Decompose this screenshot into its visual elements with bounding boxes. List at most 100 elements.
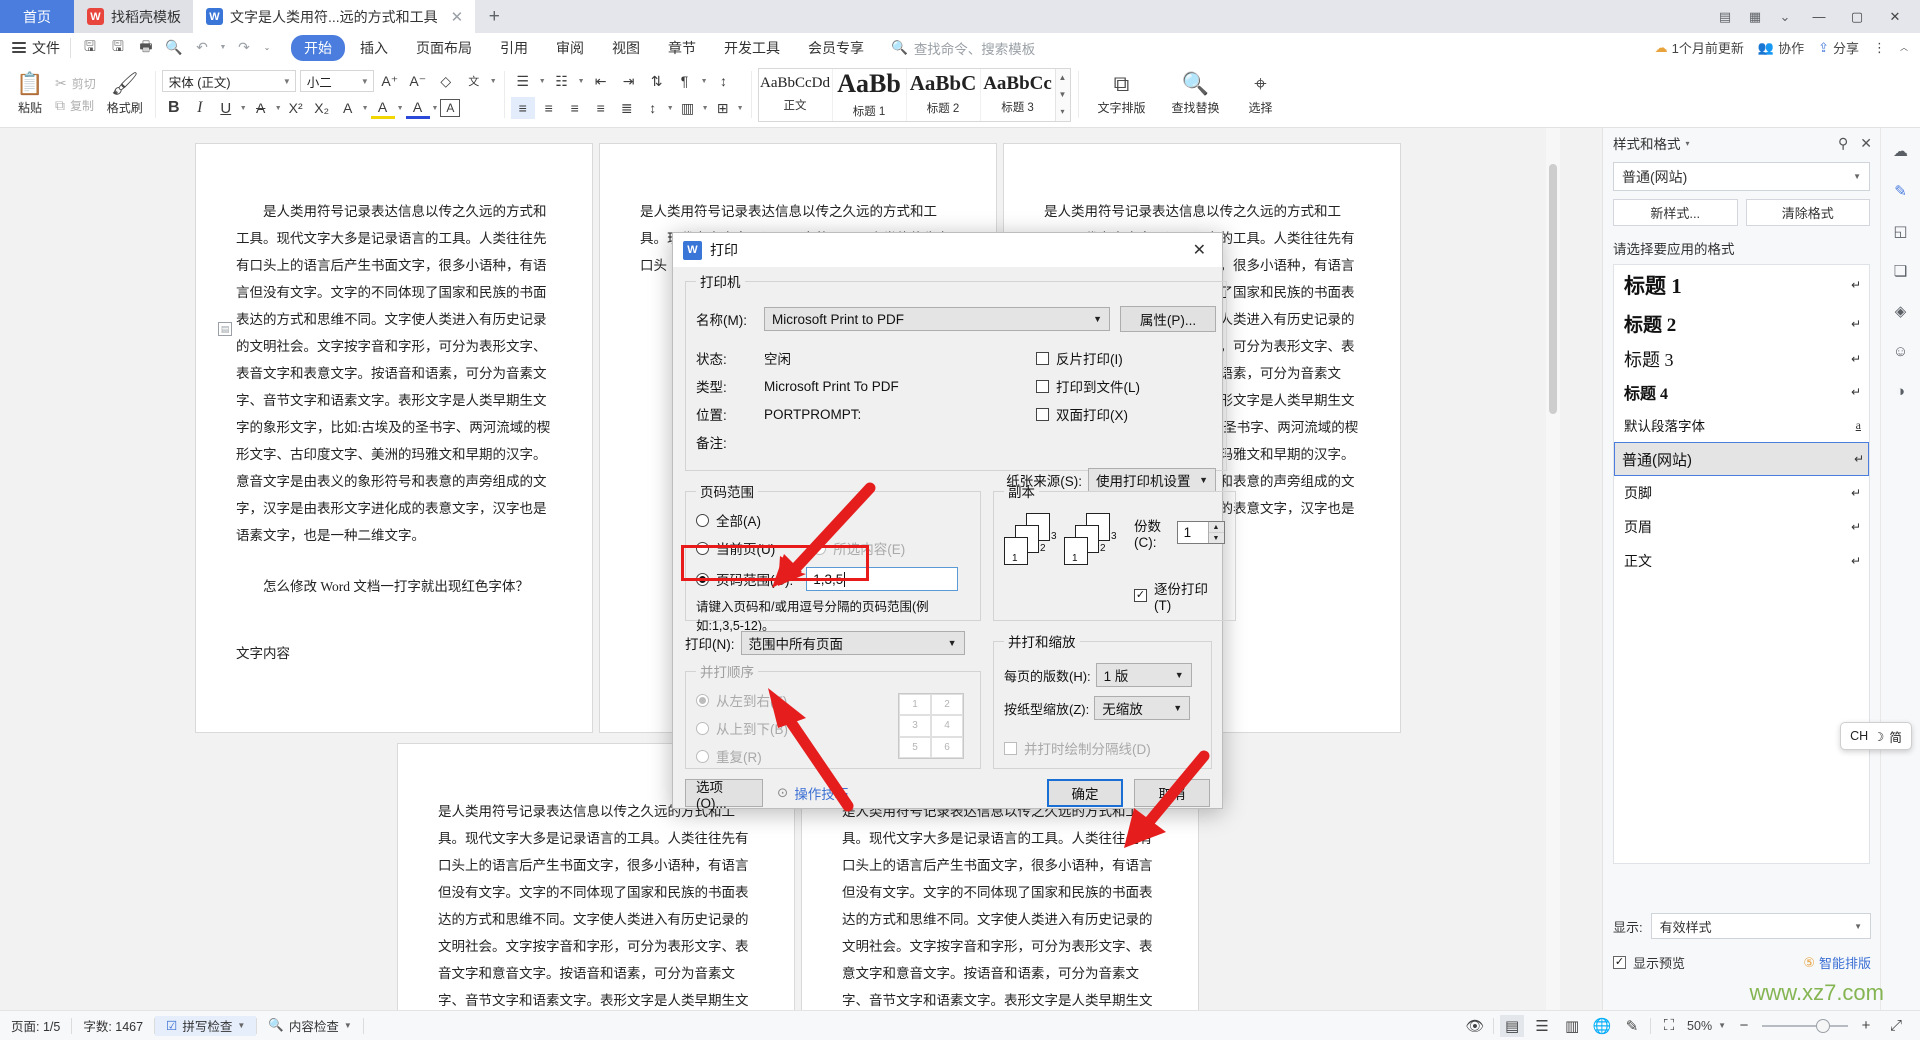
style-gallery-item-heading3[interactable]: AaBbCc 标题 3 [981, 69, 1055, 121]
print-what-combo[interactable]: 范围中所有页面 ▼ [740, 631, 965, 655]
outline-view-icon[interactable]: ☰ [1530, 1015, 1554, 1037]
shading-icon[interactable]: ▥ [676, 97, 700, 119]
ribbon-collapse-icon[interactable]: ︿ [1900, 42, 1908, 53]
chevron-down-icon[interactable]: ▼ [432, 105, 439, 112]
chevron-down-icon[interactable]: ▼ [702, 105, 709, 112]
panel-layout-icon[interactable]: ▤ [1712, 6, 1738, 28]
undo-icon[interactable]: ↶ [189, 37, 215, 59]
style-gallery-scroll[interactable]: ▲ ▼ ▾ [1054, 68, 1070, 121]
increase-indent-icon[interactable]: ⇥ [617, 70, 641, 92]
chevron-down-icon[interactable]: ▼ [1718, 1021, 1726, 1030]
align-justify-icon[interactable]: ≡ [589, 97, 613, 119]
pages-per-sheet-combo[interactable]: 1 版 ▼ [1095, 663, 1192, 687]
document-page-1[interactable]: 是人类用符号记录表达信息以传之久远的方式和工具。现代文字大多是记录语言的工具。人… [196, 144, 592, 732]
collaborate-button[interactable]: 👥 协作 [1758, 38, 1804, 57]
text-effect-icon[interactable]: A [336, 97, 360, 119]
expand-gallery-icon[interactable]: ▾ [1060, 107, 1064, 116]
ok-button[interactable]: 确定 [1047, 779, 1123, 807]
shape-icon[interactable]: ◱ [1888, 218, 1914, 244]
superscript-icon[interactable]: X² [284, 97, 308, 119]
window-minimize-button[interactable]: — [1802, 0, 1836, 33]
style-list[interactable]: 标题 1 ↵ 标题 2 ↵ 标题 3 ↵ 标题 4 ↵ 默认段落字体 a 普通(… [1613, 264, 1870, 864]
reverse-print-checkbox[interactable] [1036, 351, 1049, 365]
chevron-down-icon[interactable]: ▼ [701, 78, 708, 85]
zoom-value[interactable]: 50% [1687, 1019, 1712, 1033]
spinner-arrows[interactable]: ▲ ▼ [1207, 522, 1224, 543]
line-spacing-menu-icon[interactable]: ↕ [641, 97, 665, 119]
underline-icon[interactable]: U [214, 97, 238, 119]
borders-icon[interactable]: ⊞ [711, 97, 735, 119]
share-button[interactable]: ⇪ 分享 [1818, 38, 1859, 57]
tab-home[interactable]: 首页 [0, 0, 74, 33]
save-icon[interactable]: 🖫 [77, 37, 103, 59]
duplex-print-checkbox[interactable] [1036, 407, 1049, 421]
ribbon-tab-review[interactable]: 审阅 [543, 35, 597, 61]
file-menu-button[interactable]: 文件 [0, 38, 70, 58]
zoom-slider-knob[interactable] [1816, 1018, 1830, 1033]
operation-tips-link[interactable]: ⊙ 操作技巧 [777, 783, 848, 803]
ribbon-tab-view[interactable]: 视图 [599, 35, 653, 61]
style-list-item-header[interactable]: 页眉 ↵ [1614, 510, 1869, 544]
copy-button[interactable]: ⧉ 复制 [55, 97, 96, 114]
cut-button[interactable]: ✂ 剪切 [55, 75, 96, 92]
text-layout-button[interactable]: ⧉ 文字排版 [1085, 73, 1159, 116]
font-size-combo[interactable]: 小二 ▼ [299, 70, 374, 92]
clear-format-button[interactable]: 清除格式 [1745, 199, 1870, 226]
chevron-down-icon[interactable]: ▼ [667, 105, 674, 112]
chat-icon[interactable]: ☺ [1888, 338, 1914, 364]
document-scrollbar[interactable] [1546, 128, 1560, 1010]
ribbon-tab-section[interactable]: 章节 [655, 35, 709, 61]
window-maximize-button[interactable]: ▢ [1840, 0, 1874, 33]
chevron-down-icon[interactable]: ▼ [362, 105, 369, 112]
ribbon-tab-member[interactable]: 会员专享 [795, 35, 877, 61]
command-search[interactable]: 🔍 查找命令、搜索模板 [891, 38, 1035, 58]
current-style-combo[interactable]: 普通(网站) ▼ [1613, 162, 1870, 191]
style-list-item-heading2[interactable]: 标题 2 ↵ [1614, 305, 1869, 342]
page-view-icon[interactable]: ▤ [1500, 1014, 1525, 1037]
zoom-slider[interactable] [1762, 1018, 1848, 1033]
pin-icon[interactable]: ⚲ [1838, 135, 1848, 152]
printer-name-combo[interactable]: Microsoft Print to PDF ▼ [764, 307, 1110, 331]
style-list-item-heading1[interactable]: 标题 1 ↵ [1614, 265, 1869, 305]
eye-icon[interactable]: 👁 [1463, 1015, 1487, 1037]
save-as-icon[interactable]: 🖫 [105, 37, 131, 59]
sort-icon[interactable]: ⇅ [645, 70, 669, 92]
font-color-icon[interactable]: A [405, 97, 430, 119]
collate-option[interactable]: ✓ 逐份打印(T) [1134, 578, 1225, 613]
spinner-up-icon[interactable]: ▲ [1209, 522, 1224, 532]
cancel-button[interactable]: 取消 [1134, 779, 1210, 807]
edit-view-icon[interactable]: ✎ [1620, 1015, 1644, 1037]
range-all-option[interactable]: 全部(A) [696, 510, 970, 530]
qat-dropdown-icon[interactable]: ⌄ [259, 37, 275, 59]
badge-icon[interactable]: ◈ [1888, 298, 1914, 324]
undo-dropdown-icon[interactable]: ▼ [217, 37, 229, 59]
scale-to-paper-combo[interactable]: 无缩放 ▼ [1094, 696, 1191, 720]
chevron-down-icon[interactable]: ▼ [275, 105, 282, 112]
reverse-print-option[interactable]: 反片打印(I) [1036, 348, 1216, 368]
decrease-indent-icon[interactable]: ⇤ [589, 70, 613, 92]
chevron-down-icon[interactable]: ▾ [1686, 139, 1690, 148]
scroll-up-icon[interactable]: ▲ [1059, 73, 1067, 82]
chevron-down-icon[interactable]: ▼ [578, 78, 585, 85]
line-spacing-icon[interactable]: ↕ [712, 70, 736, 92]
tab-close-icon[interactable]: ✕ [451, 8, 464, 26]
align-left-icon[interactable]: ≡ [510, 97, 535, 119]
new-style-button[interactable]: 新样式... [1613, 199, 1738, 226]
ime-indicator[interactable]: CH ☽ 简 [1840, 722, 1912, 750]
align-right-icon[interactable]: ≡ [563, 97, 587, 119]
chevron-down-icon[interactable]: ▼ [490, 78, 497, 85]
tab-document[interactable]: W 文字是人类用符...远的方式和工具 ✕ [193, 0, 476, 33]
fullscreen-icon[interactable]: ⤢ [1884, 1015, 1908, 1037]
collate-checkbox[interactable]: ✓ [1134, 589, 1147, 602]
read-view-icon[interactable]: ▥ [1560, 1015, 1584, 1037]
contentcheck-button[interactable]: 🔍 内容检查 ▼ [257, 1016, 363, 1036]
font-family-combo[interactable]: 宋体 (正文) ▼ [161, 70, 296, 92]
chevron-down-icon[interactable]: ▼ [237, 1021, 245, 1030]
style-gallery-item-heading2[interactable]: AaBbC 标题 2 [907, 68, 981, 121]
character-border-icon[interactable]: A [440, 99, 461, 117]
ribbon-more-icon[interactable]: ⋮ [1873, 40, 1886, 56]
show-preview-checkbox[interactable]: ✓ [1613, 956, 1626, 969]
scrollbar-thumb[interactable] [1549, 164, 1557, 414]
highlight-color-icon[interactable]: A [370, 97, 395, 119]
style-gallery-item-normal[interactable]: AaBbCcDd 正文 [759, 68, 833, 121]
